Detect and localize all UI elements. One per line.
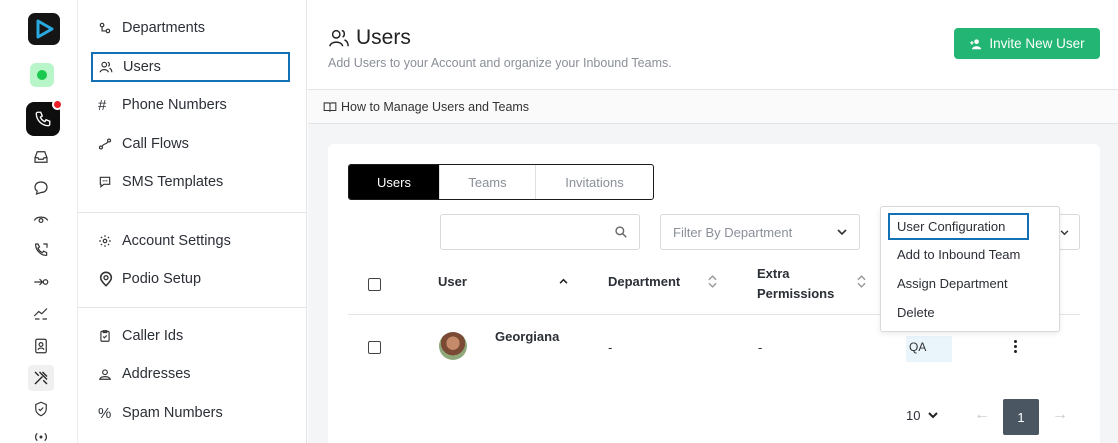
nav-label: Call Flows	[122, 136, 189, 152]
menu-item-assign-department[interactable]: Assign Department	[897, 276, 1008, 291]
podio-icon	[92, 271, 122, 287]
chat-icon[interactable]	[32, 179, 50, 197]
settings-nav: Departments Users # Phone Numbers Call F…	[78, 0, 307, 443]
sort-icon[interactable]	[708, 275, 717, 288]
sort-icon[interactable]	[857, 275, 866, 288]
department-filter[interactable]: Filter By Department	[660, 214, 860, 250]
row-actions-menu: User Configuration Add to Inbound Team A…	[880, 206, 1060, 332]
prev-page-button[interactable]: ←	[974, 406, 990, 424]
menu-item-delete[interactable]: Delete	[897, 305, 935, 320]
nav-label: Users	[123, 59, 161, 75]
nav-label: Phone Numbers	[122, 97, 227, 113]
shield-icon[interactable]	[32, 400, 50, 418]
next-page-button[interactable]: →	[1052, 406, 1068, 424]
row-actions-icon[interactable]	[1014, 340, 1018, 354]
phone-icon[interactable]	[26, 99, 63, 136]
nav-label: SMS Templates	[122, 174, 224, 190]
chevron-down-icon	[1060, 230, 1069, 236]
invite-user-button[interactable]: Invite New User	[954, 28, 1100, 59]
app-rail	[0, 0, 78, 443]
column-header-label: Extra	[757, 266, 790, 281]
call-history-icon[interactable]	[32, 241, 50, 259]
chevron-down-icon	[837, 229, 847, 236]
inbox-icon[interactable]	[32, 148, 50, 166]
nav-item-sms-templates[interactable]: SMS Templates	[92, 167, 290, 197]
users-icon	[329, 29, 349, 47]
sort-ascending-icon[interactable]	[559, 278, 568, 284]
user-department: -	[608, 340, 613, 355]
nav-label: Spam Numbers	[122, 405, 223, 421]
nav-item-call-flows[interactable]: Call Flows	[92, 129, 290, 159]
team-badge: QA	[906, 336, 952, 362]
tab-users[interactable]: Users	[349, 165, 439, 199]
nav-item-podio-setup[interactable]: Podio Setup	[92, 264, 290, 294]
departments-icon	[92, 21, 122, 35]
column-header-label: Permissions	[757, 286, 835, 301]
column-header-label: User	[438, 274, 467, 289]
address-icon	[92, 367, 122, 381]
user-extra-permissions: -	[758, 340, 763, 355]
help-link-label: How to Manage Users and Teams	[341, 99, 530, 114]
column-header-user[interactable]: User	[438, 274, 467, 289]
status-indicator[interactable]	[30, 63, 54, 87]
hash-icon: #	[98, 96, 107, 114]
nav-item-account-settings[interactable]: Account Settings	[92, 226, 290, 256]
chevron-down-icon	[928, 412, 939, 419]
nav-item-spam-numbers[interactable]: % Spam Numbers	[92, 398, 290, 428]
department-filter-placeholder: Filter By Department	[673, 224, 793, 240]
app-logo[interactable]	[28, 13, 60, 45]
percent-icon: %	[98, 404, 112, 422]
help-link[interactable]: How to Manage Users and Teams	[308, 90, 1118, 124]
broadcast-icon[interactable]	[32, 428, 50, 443]
notification-badge	[52, 99, 63, 110]
page-title: Users	[328, 26, 411, 50]
page-button-current[interactable]: 1	[1003, 399, 1039, 435]
users-icon	[93, 60, 123, 74]
page-subtitle: Add Users to your Account and organize y…	[328, 56, 672, 70]
nav-item-phone-numbers[interactable]: # Phone Numbers	[92, 90, 290, 120]
nav-label: Podio Setup	[122, 271, 202, 287]
user-name[interactable]: Georgiana	[495, 329, 559, 344]
nav-label: Caller Ids	[122, 328, 184, 344]
tab-bar: Users Teams Invitations	[348, 164, 654, 200]
tab-teams[interactable]: Teams	[439, 165, 535, 199]
caller-ids-icon	[92, 329, 122, 343]
nav-divider	[78, 307, 307, 308]
column-header-department[interactable]: Department	[608, 274, 680, 289]
nav-label: Addresses	[122, 366, 191, 382]
tools-icon[interactable]	[28, 365, 54, 391]
tab-invitations[interactable]: Invitations	[535, 165, 653, 199]
gear-icon	[92, 234, 122, 248]
page-size-value: 10	[906, 408, 921, 423]
column-header-label: Department	[608, 274, 681, 289]
nav-label: Account Settings	[122, 233, 231, 249]
book-icon	[323, 101, 337, 112]
search-input[interactable]	[440, 214, 640, 250]
avatar	[439, 332, 467, 360]
menu-item-user-configuration[interactable]: User Configuration	[888, 213, 1029, 240]
nav-item-caller-ids[interactable]: Caller Ids	[92, 321, 290, 351]
eye-icon[interactable]	[32, 210, 50, 228]
transfer-icon[interactable]	[32, 273, 50, 291]
select-all-checkbox[interactable]	[368, 278, 381, 291]
nav-divider	[78, 212, 307, 213]
add-user-icon	[970, 38, 982, 49]
search-icon	[615, 226, 627, 238]
nav-item-departments[interactable]: Departments	[92, 13, 290, 43]
page-size-select[interactable]: 10	[906, 408, 939, 423]
analytics-icon[interactable]	[32, 304, 50, 322]
column-header-extra-permissions[interactable]: Extra Permissions	[757, 264, 834, 304]
menu-item-add-to-inbound-team[interactable]: Add to Inbound Team	[897, 247, 1020, 262]
nav-item-addresses[interactable]: Addresses	[92, 359, 290, 389]
page-header: Users Add Users to your Account and orga…	[308, 0, 1118, 90]
page-title-text: Users	[356, 26, 411, 49]
row-checkbox[interactable]	[368, 341, 381, 354]
invite-user-label: Invite New User	[989, 36, 1085, 51]
call-flows-icon	[92, 137, 122, 151]
nav-item-users[interactable]: Users	[91, 52, 290, 82]
nav-label: Departments	[122, 20, 206, 36]
sms-templates-icon	[92, 175, 122, 189]
contacts-icon[interactable]	[32, 337, 50, 355]
